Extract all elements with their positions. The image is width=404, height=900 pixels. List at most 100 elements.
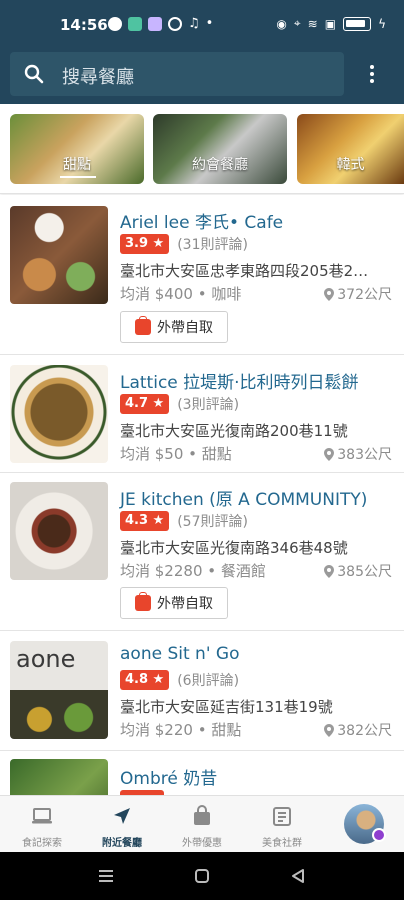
takeout-button[interactable]: 外帶自取 — [120, 311, 228, 343]
search-box[interactable]: 搜尋餐廳 — [10, 52, 344, 96]
category-label: 甜點 — [63, 157, 91, 173]
category-selected-indicator — [60, 176, 96, 178]
restaurant-price-category: 均消 $220 • 甜點 — [120, 721, 242, 739]
nav-tab-nearby[interactable]: 附近餐廳 — [82, 796, 162, 853]
status-bar: 14:56 ♫ • ◉ ⌖ ≋ ▣ ϟ — [0, 0, 404, 48]
restaurant-distance: 385公尺 — [324, 561, 392, 581]
restaurant-thumbnail — [10, 482, 108, 580]
restaurant-name[interactable]: Ombré 奶昔 — [120, 764, 217, 789]
restaurant-card[interactable]: Ariel lee 李氏• Cafe 3.9 ★ (31則評論) 臺北市大安區忠… — [0, 195, 404, 355]
restaurant-distance: 383公尺 — [324, 444, 392, 464]
location-icon: ⌖ — [293, 16, 301, 30]
verified-badge-icon — [372, 828, 386, 842]
restaurant-distance: 382公尺 — [324, 720, 392, 740]
thumbnail-logo-text: aone — [16, 645, 76, 673]
restaurant-thumbnail — [10, 206, 108, 304]
nav-tab-takeout[interactable]: 外帶優惠 — [162, 796, 242, 853]
location-pin-icon — [324, 287, 335, 301]
rating-row: 4.3 ★ (57則評論) — [120, 510, 248, 532]
restaurant-price-category: 均消 $50 • 甜點 — [120, 445, 232, 463]
distance-text: 382公尺 — [337, 723, 392, 739]
charging-icon: ϟ — [378, 16, 386, 31]
rating-badge: 3.9 ★ — [120, 234, 170, 254]
category-label: 韓式 — [336, 157, 365, 173]
restaurant-name[interactable]: Lattice 拉堤斯·比利時列日鬆餅 — [120, 368, 359, 393]
system-navigation-bar — [0, 852, 404, 900]
circle-app-icon — [168, 17, 182, 31]
location-pin-icon — [324, 447, 335, 461]
battery-icon — [343, 16, 372, 31]
app-notification-icon-2 — [148, 17, 162, 31]
restaurant-name[interactable]: Ariel lee 李氏• Cafe — [120, 208, 283, 233]
rating-badge: 4.3 ★ — [120, 511, 170, 531]
restaurant-name[interactable]: aone Sit n' Go — [120, 644, 239, 664]
music-icon: ♫ — [188, 16, 200, 31]
nav-label: 外帶優惠 — [182, 838, 222, 849]
recent-apps-icon[interactable] — [96, 866, 116, 886]
distance-text: 372公尺 — [337, 287, 392, 303]
restaurant-list[interactable]: Ariel lee 李氏• Cafe 3.9 ★ (31則評論) 臺北市大安區忠… — [0, 195, 404, 795]
takeout-bag-icon — [194, 805, 210, 825]
system-status-icons: ◉ ⌖ ≋ ▣ ϟ — [276, 16, 386, 31]
restaurant-address: 臺北市大安區光復南路346巷48號 — [120, 539, 348, 557]
search-placeholder: 搜尋餐廳 — [62, 67, 134, 88]
takeout-bag-icon — [135, 592, 151, 611]
restaurant-card[interactable]: aone aone Sit n' Go 4.8 ★ (6則評論) 臺北市大安區延… — [0, 631, 404, 751]
category-label: 約會餐廳 — [192, 157, 248, 173]
status-time: 14:56 — [60, 16, 108, 34]
restaurant-distance: 372公尺 — [324, 284, 392, 304]
messenger-icon — [108, 17, 122, 31]
distance-text: 383公尺 — [337, 447, 392, 463]
nav-tab-community[interactable]: 美食社群 — [242, 796, 322, 853]
restaurant-price-category: 均消 $400 • 咖啡 — [120, 285, 242, 303]
distance-text: 385公尺 — [337, 564, 392, 580]
rating-row: 4.8 ★ (6則評論) — [120, 669, 239, 691]
wifi-icon: ≋ — [307, 16, 318, 31]
community-list-icon — [273, 807, 291, 826]
review-count: (31則評論) — [177, 237, 248, 253]
sim-icon: ▣ — [324, 16, 337, 31]
dot-icon: • — [205, 16, 214, 31]
review-count: (57則評論) — [177, 514, 248, 530]
category-strip: 甜點 約會餐廳 韓式 — [0, 104, 404, 194]
notification-icons: ♫ • — [108, 17, 213, 31]
restaurant-card[interactable]: Lattice 拉堤斯·比利時列日鬆餅 4.7 ★ (3則評論) 臺北市大安區光… — [0, 355, 404, 473]
rating-row: 3.9 ★ (31則評論) — [120, 233, 248, 255]
bottom-navigation: 食記探索 附近餐廳 外帶優惠 美食社群 — [0, 795, 404, 852]
takeout-label: 外帶自取 — [157, 596, 213, 612]
back-icon[interactable] — [288, 866, 308, 886]
takeout-bag-icon — [135, 316, 151, 335]
review-count: (6則評論) — [177, 673, 240, 689]
nav-tab-explore[interactable]: 食記探索 — [2, 796, 82, 853]
takeout-label: 外帶自取 — [157, 320, 213, 336]
nav-label: 美食社群 — [262, 838, 302, 849]
category-card-date[interactable]: 約會餐廳 — [153, 114, 287, 184]
restaurant-address: 臺北市大安區光復南路200巷11號 — [120, 422, 348, 440]
restaurant-name[interactable]: JE kitchen (原 A COMMUNITY) — [120, 485, 367, 510]
nav-label: 附近餐廳 — [102, 838, 142, 849]
restaurant-address: 臺北市大安區忠孝東路四段205巷2… — [120, 262, 369, 280]
restaurant-thumbnail: aone — [10, 641, 108, 739]
takeout-button[interactable]: 外帶自取 — [120, 587, 228, 619]
eye-icon: ◉ — [276, 16, 287, 31]
rating-badge: 4.8 ★ — [120, 670, 170, 690]
rating-badge: 4.7 ★ — [120, 394, 170, 414]
search-icon — [24, 64, 44, 84]
home-icon[interactable] — [192, 866, 212, 886]
restaurant-card[interactable]: JE kitchen (原 A COMMUNITY) 4.3 ★ (57則評論)… — [0, 473, 404, 631]
restaurant-thumbnail — [10, 365, 108, 463]
app-bar: 搜尋餐廳 — [0, 48, 404, 104]
location-pin-icon — [324, 723, 335, 737]
more-options-icon[interactable] — [362, 58, 382, 90]
restaurant-card[interactable]: Ombré 奶昔 — [0, 751, 404, 795]
restaurant-price-category: 均消 $2280 • 餐酒館 — [120, 562, 266, 580]
navigation-arrow-icon — [114, 808, 130, 824]
laptop-icon — [32, 808, 52, 824]
category-card-dessert[interactable]: 甜點 — [10, 114, 144, 184]
restaurant-address: 臺北市大安區延吉街131巷19號 — [120, 698, 333, 716]
category-card-korean[interactable]: 韓式 — [297, 114, 404, 184]
restaurant-thumbnail — [10, 759, 108, 795]
location-pin-icon — [324, 564, 335, 578]
review-count: (3則評論) — [177, 397, 240, 413]
app-notification-icon — [128, 17, 142, 31]
